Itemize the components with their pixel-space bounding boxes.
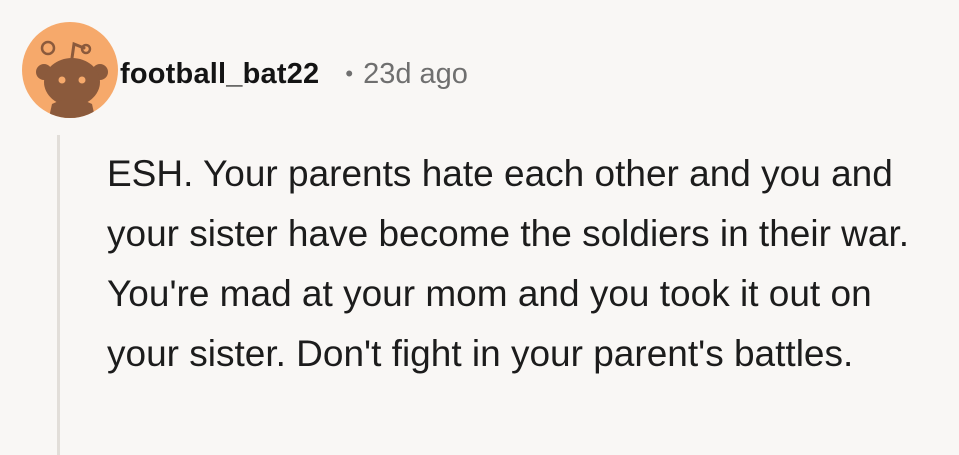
comment-meta: football_bat22 • 23d ago (120, 52, 468, 96)
snoo-avatar-icon (22, 22, 118, 118)
comment-body: ESH. Your parents hate each other and yo… (107, 153, 910, 374)
thread-line[interactable] (57, 135, 60, 455)
meta-separator: • (345, 61, 354, 86)
comment-timestamp[interactable]: 23d ago (363, 58, 468, 91)
avatar[interactable] (22, 22, 118, 118)
comment-card: football_bat22 • 23d ago ESH. Your paren… (0, 0, 959, 455)
author-username[interactable]: football_bat22 (120, 58, 319, 91)
